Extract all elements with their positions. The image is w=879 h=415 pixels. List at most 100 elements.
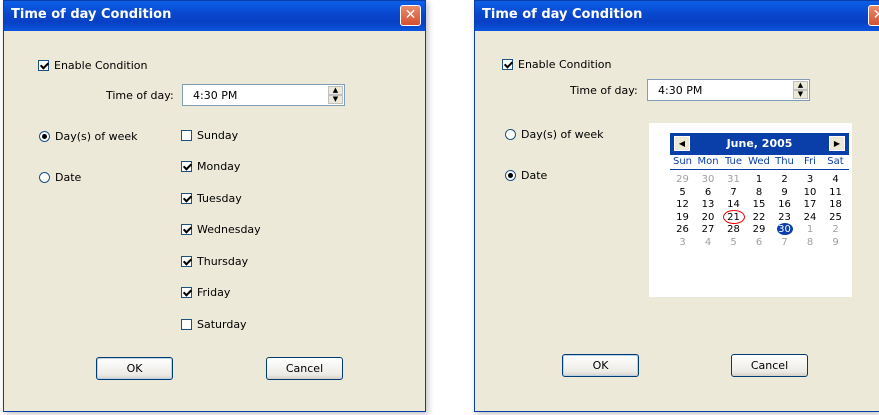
radio-days-of-week[interactable]: Day(s) of week: [505, 127, 604, 141]
day-of-week-label: Mon: [697, 156, 719, 167]
calendar-day[interactable]: 16: [772, 198, 797, 211]
close-icon[interactable]: ✕: [868, 5, 879, 26]
spin-down-icon[interactable]: ▼: [793, 90, 808, 99]
calendar-day[interactable]: 29: [670, 173, 695, 186]
calendar-day[interactable]: 23: [772, 211, 797, 224]
calendar-day-number: 13: [701, 199, 715, 210]
weekday-checkbox-0[interactable]: Sunday: [181, 128, 238, 142]
calendar-day[interactable]: 28: [721, 223, 746, 236]
enable-condition-checkbox[interactable]: Enable Condition: [38, 58, 147, 72]
radio-days-of-week[interactable]: Day(s) of week: [39, 129, 138, 143]
calendar-day[interactable]: 26: [670, 223, 695, 236]
spin-up-icon[interactable]: ▲: [328, 86, 343, 95]
time-of-day-input[interactable]: 4:30 PM ▲ ▼: [182, 84, 345, 106]
weekday-checkbox-6[interactable]: Saturday: [181, 317, 247, 331]
radio-button[interactable]: [505, 169, 516, 181]
calendar-day[interactable]: 4: [823, 173, 848, 186]
calendar-day[interactable]: 1: [747, 173, 772, 186]
checkbox-box[interactable]: [181, 129, 192, 141]
calendar-day-today[interactable]: 21: [721, 209, 746, 224]
weekday-checkbox-4[interactable]: Thursday: [181, 254, 248, 268]
calendar-day[interactable]: 4: [696, 236, 721, 249]
calendar-day[interactable]: 13: [696, 198, 721, 211]
calendar-month-label[interactable]: June, 2005: [670, 133, 849, 155]
calendar-day[interactable]: 6: [747, 236, 772, 249]
day-of-week-label: Sun: [672, 156, 693, 167]
time-spinner[interactable]: ▲ ▼: [328, 86, 343, 104]
checkbox-box[interactable]: [38, 59, 49, 71]
calendar-day-number: 27: [701, 224, 715, 235]
calendar-day[interactable]: 20: [696, 211, 721, 224]
cancel-button[interactable]: Cancel: [731, 354, 808, 377]
calendar-day[interactable]: 27: [696, 223, 721, 236]
calendar-day[interactable]: 3: [798, 173, 823, 186]
calendar-day[interactable]: 18: [823, 198, 848, 211]
calendar-day-selected[interactable]: 30: [772, 223, 797, 236]
enable-condition-checkbox[interactable]: Enable Condition: [502, 57, 611, 71]
radio-date[interactable]: Date: [505, 168, 547, 182]
calendar-day-number: 2: [781, 174, 788, 185]
calendar-day[interactable]: 14: [721, 198, 746, 211]
calendar-day[interactable]: 8: [747, 186, 772, 199]
calendar-day[interactable]: 31: [721, 173, 746, 186]
checkbox-box[interactable]: [181, 224, 192, 235]
calendar-day[interactable]: 1: [798, 223, 823, 236]
time-spinner[interactable]: ▲ ▼: [793, 81, 808, 99]
checkbox-box[interactable]: [181, 287, 192, 298]
calendar-day[interactable]: 11: [823, 186, 848, 199]
calendar-day[interactable]: 29: [747, 223, 772, 236]
calendar-day[interactable]: 8: [798, 236, 823, 249]
calendar-day[interactable]: 25: [823, 211, 848, 224]
calendar-day-number: 22: [752, 211, 766, 223]
calendar-day[interactable]: 7: [721, 186, 746, 199]
day-of-week-label: Wed: [748, 156, 770, 167]
weekday-checkbox-2[interactable]: Tuesday: [181, 191, 242, 205]
radio-button[interactable]: [505, 128, 516, 140]
checkbox-box[interactable]: [181, 161, 192, 172]
month-calendar[interactable]: ◀ June, 2005 ▶ Sun Mon Tue Wed Thu Fri Sat 29 3…: [649, 123, 852, 297]
calendar-day[interactable]: 19: [670, 211, 695, 224]
calendar-day[interactable]: 2: [772, 173, 797, 186]
checkbox-box[interactable]: [502, 58, 513, 70]
checkbox-box[interactable]: [181, 255, 192, 267]
calendar-day[interactable]: 5: [721, 236, 746, 249]
calendar-day[interactable]: 15: [747, 198, 772, 211]
dialog-title-bar[interactable]: Time of day Condition ✕: [475, 1, 879, 31]
radio-date[interactable]: Date: [39, 170, 81, 184]
time-of-day-input[interactable]: 4:30 PM ▲ ▼: [647, 79, 810, 101]
day-of-week-label: Sat: [827, 156, 844, 167]
days-of-week-header: Sun Mon Tue Wed Thu Fri Sat: [670, 156, 849, 170]
calendar-day[interactable]: 17: [798, 198, 823, 211]
calendar-day-number: 16: [778, 199, 791, 210]
radio-button[interactable]: [39, 130, 50, 142]
calendar-day[interactable]: 22: [747, 211, 772, 224]
close-icon[interactable]: ✕: [400, 5, 421, 26]
calendar-day[interactable]: 24: [798, 211, 823, 224]
calendar-day-number: 8: [806, 236, 814, 248]
ok-button[interactable]: OK: [96, 357, 173, 380]
calendar-day[interactable]: 7: [772, 236, 797, 249]
calendar-day[interactable]: 5: [670, 186, 695, 199]
radio-button[interactable]: [39, 171, 50, 183]
weekday-checkbox-3[interactable]: Wednesday: [181, 223, 261, 236]
calendar-day-number: 2: [832, 224, 839, 235]
weekday-checkbox-1[interactable]: Monday: [181, 160, 240, 173]
spin-up-icon[interactable]: ▲: [793, 81, 808, 90]
calendar-day[interactable]: 12: [670, 198, 695, 211]
checkbox-box[interactable]: [181, 192, 192, 204]
next-month-icon[interactable]: ▶: [829, 136, 845, 151]
checkbox-box[interactable]: [181, 318, 192, 330]
calendar-day[interactable]: 2: [823, 223, 848, 236]
time-of-day-dialog-date: Time of day Condition ✕ Enable Condition…: [474, 0, 879, 412]
calendar-day[interactable]: 9: [823, 236, 848, 249]
cancel-button[interactable]: Cancel: [266, 357, 343, 380]
calendar-day[interactable]: 30: [696, 173, 721, 186]
calendar-day[interactable]: 6: [696, 186, 721, 199]
dialog-title-bar[interactable]: Time of day Condition ✕: [4, 1, 425, 31]
calendar-day[interactable]: 3: [670, 236, 695, 249]
calendar-day[interactable]: 10: [798, 186, 823, 199]
spin-down-icon[interactable]: ▼: [328, 95, 343, 104]
weekday-checkbox-5[interactable]: Friday: [181, 286, 230, 299]
ok-button[interactable]: OK: [562, 354, 639, 377]
calendar-day[interactable]: 9: [772, 186, 797, 199]
